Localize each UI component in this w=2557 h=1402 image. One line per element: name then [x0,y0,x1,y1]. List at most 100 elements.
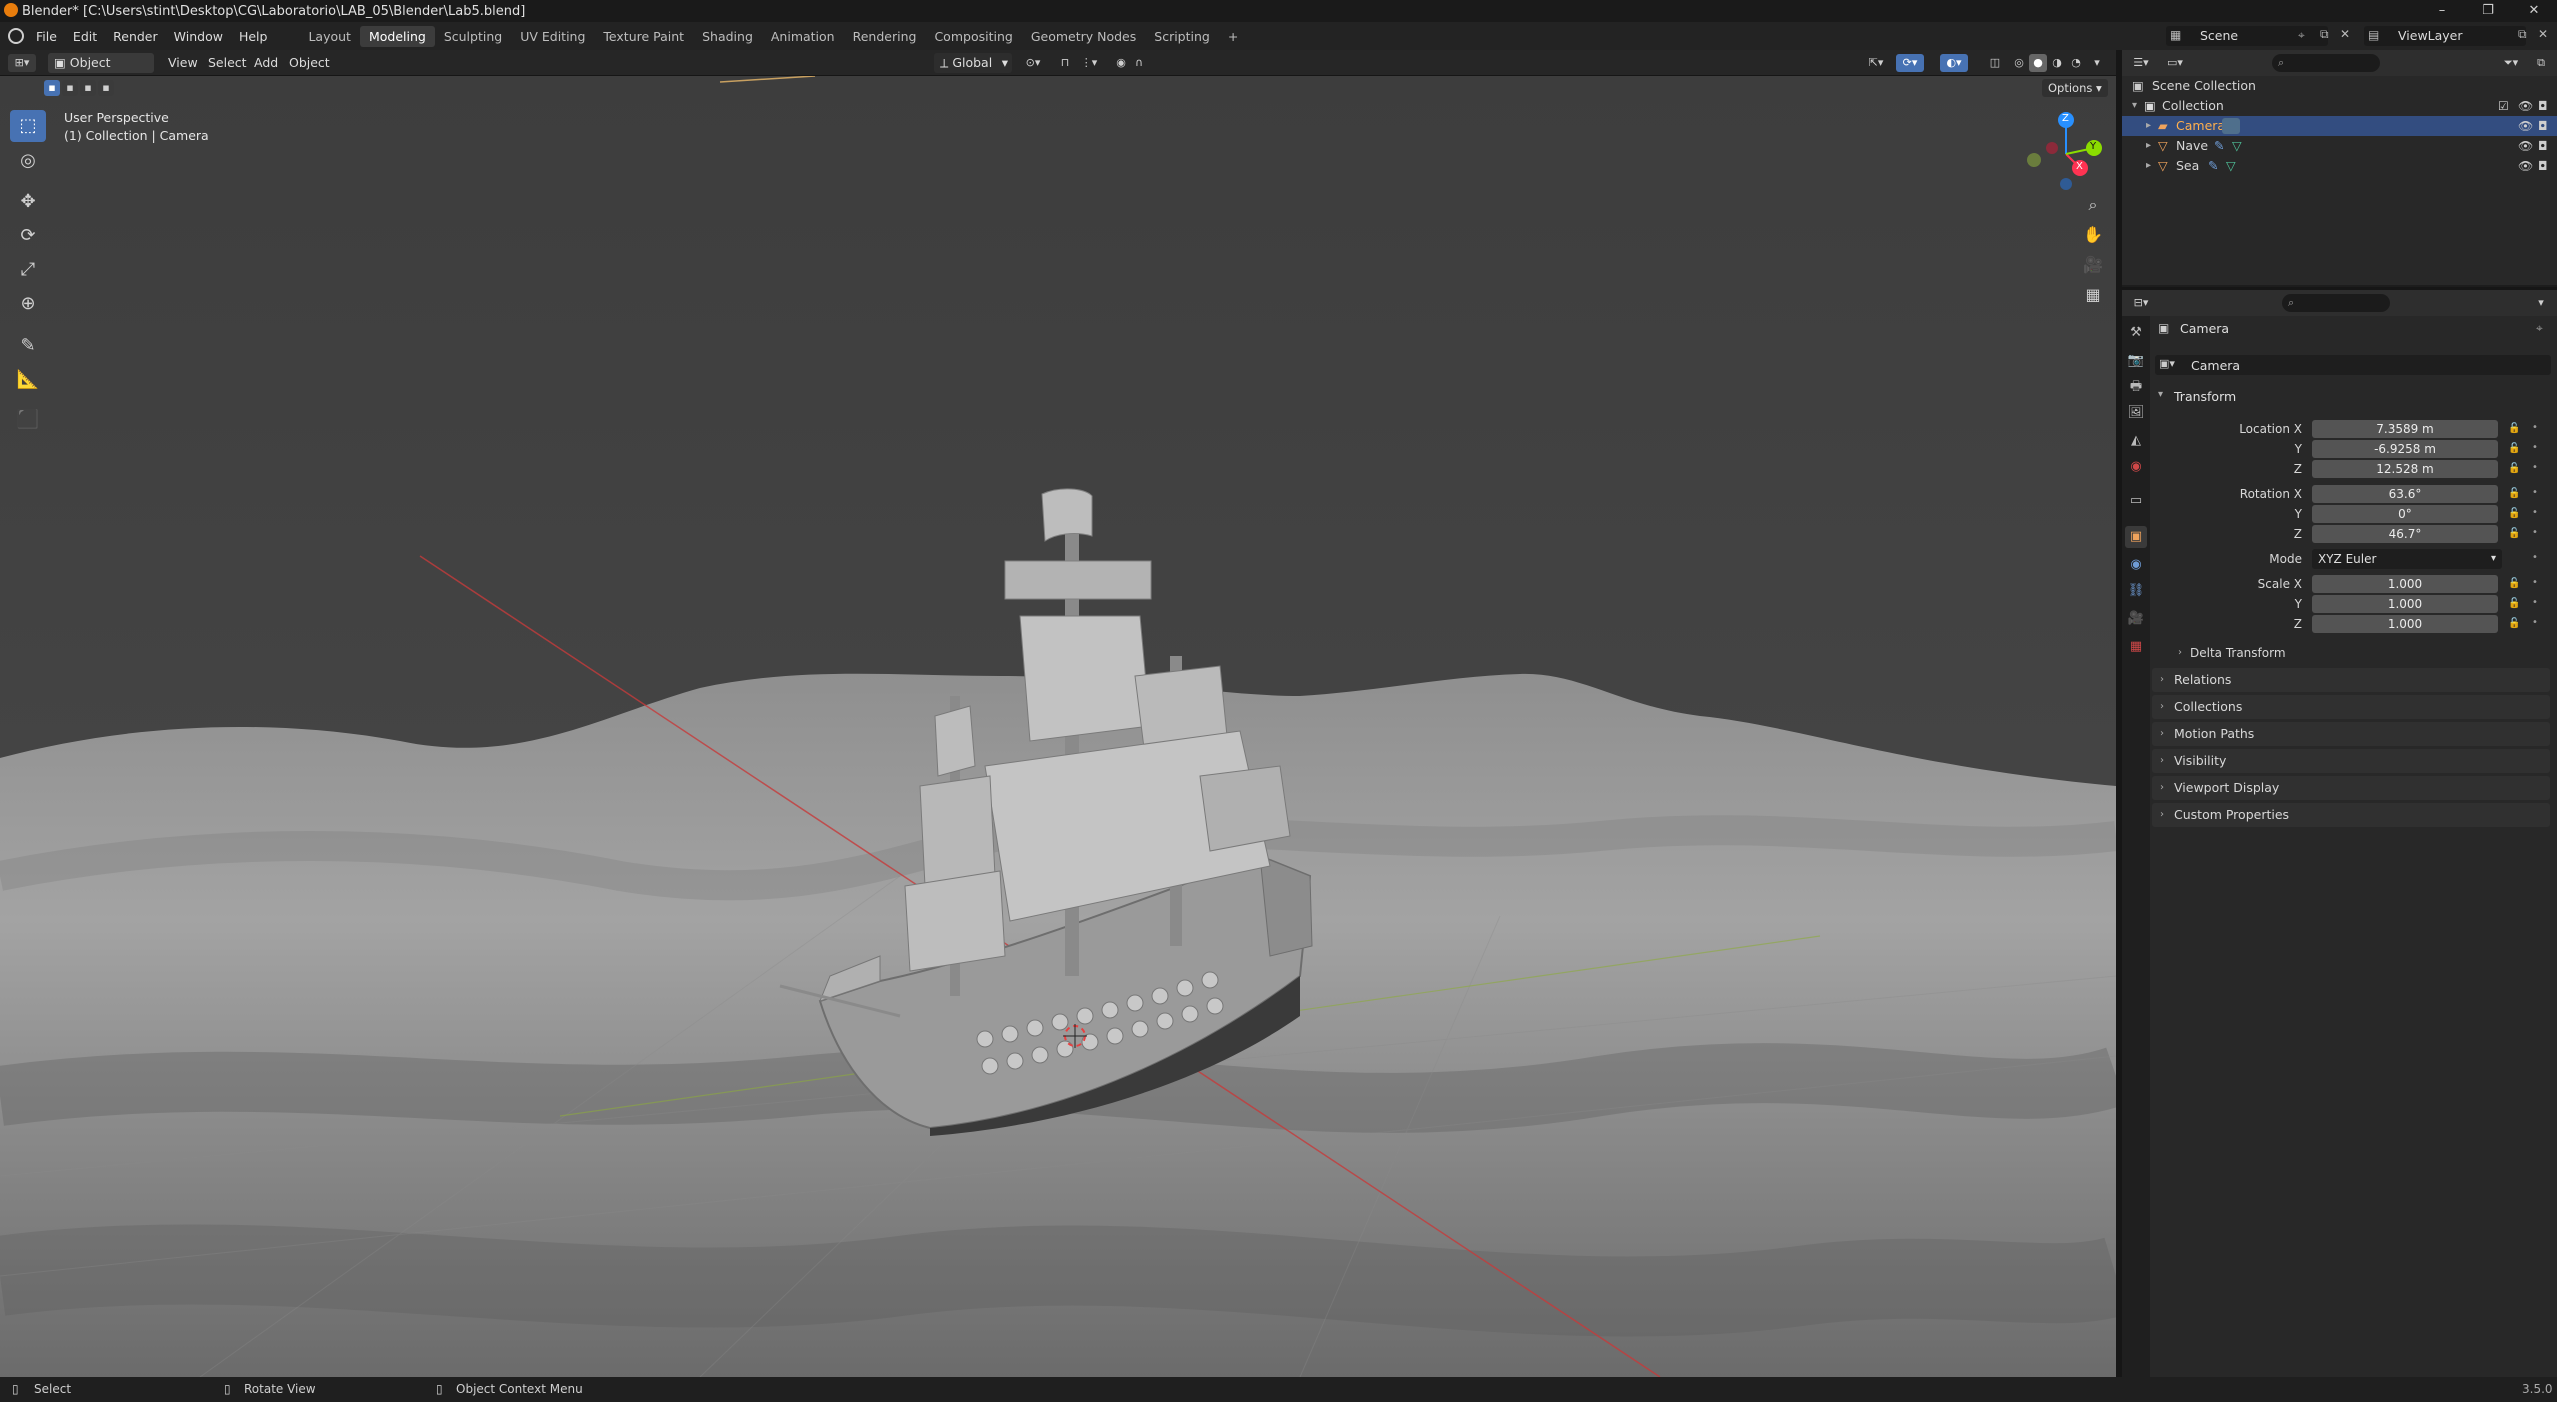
menu-select[interactable]: Select [208,53,247,73]
lock-icon[interactable]: 🔓 [2508,423,2520,434]
outliner-row-nave[interactable]: ▸ ▽ Nave ✎ ▽ 👁 ◘ [2122,136,2557,156]
options-button[interactable]: Options ▾ [2042,79,2108,97]
keyframe-dot-icon[interactable]: • [2532,577,2538,588]
delta-transform-subpanel[interactable]: › Delta Transform [2166,642,2550,664]
tab-animation[interactable]: Animation [762,26,844,47]
display-mode-icon[interactable]: ▭▾ [2162,54,2188,72]
constraints-tab-icon[interactable]: ⛓ [2125,580,2147,602]
lock-icon[interactable]: 🔓 [2508,443,2520,454]
properties-search-input[interactable]: ⌕ [2282,294,2390,312]
keyframe-dot-icon[interactable]: • [2532,442,2538,453]
lock-icon[interactable]: 🔓 [2508,578,2520,589]
expand-chevron-icon[interactable]: ▾ [2132,96,2137,116]
location-z-field[interactable]: 12.528 m [2312,460,2498,478]
world-tab-icon[interactable]: ◉ [2125,456,2147,478]
snap-target-icon[interactable]: ⋮▾ [1076,54,1102,72]
expand-chevron-icon[interactable]: ▸ [2146,116,2151,136]
tab-uv-editing[interactable]: UV Editing [511,26,594,47]
measure-tool-icon[interactable]: 📐 [10,364,46,396]
gizmo-toggle-icon[interactable]: ⟳▾ [1896,54,1924,72]
object-browse-icon[interactable]: ▣▾ [2159,357,2175,370]
camera-render-icon[interactable]: ◘ [2538,96,2548,116]
scene-selector[interactable]: ▦ Scene ⌖ [2166,26,2328,46]
new-collection-icon[interactable]: ⧉ [2532,54,2550,72]
transform-panel-header[interactable]: ▾ Transform [2152,386,2550,408]
move-tool-icon[interactable]: ✥ [10,186,46,218]
add-workspace-button[interactable]: + [1219,26,1247,47]
tab-scripting[interactable]: Scripting [1145,26,1219,47]
view-layer-tab-icon[interactable]: 🖼 [2125,402,2147,424]
rotation-x-field[interactable]: 63.6° [2312,485,2498,503]
transform-orientation-selector[interactable]: ⟂ Global ▾ [934,53,1012,73]
lock-icon[interactable]: 🔓 [2508,528,2520,539]
xray-icon[interactable]: ◫ [1986,54,2004,72]
menu-window[interactable]: Window [166,29,231,44]
lock-icon[interactable]: 🔓 [2508,463,2520,474]
menu-file[interactable]: File [28,29,65,44]
blender-menu-icon[interactable] [8,28,24,44]
navigation-gizmo[interactable]: Z X Y [2022,110,2102,190]
shading-rendered-icon[interactable]: ◔ [2067,54,2085,72]
new-viewlayer-icon[interactable]: ⧉ [2518,27,2527,42]
location-x-field[interactable]: 7.3589 m [2312,420,2498,438]
shading-solid-icon[interactable]: ● [2029,54,2047,72]
tool-tab-icon[interactable]: ⚒ [2125,322,2147,344]
pan-hand-icon[interactable]: ✋ [2078,220,2108,250]
shading-options-icon[interactable]: ▾ [2088,54,2106,72]
eye-icon[interactable]: 👁 [2518,136,2533,156]
camera-view-icon[interactable]: 🎥 [2078,250,2108,280]
panel-custom-properties[interactable]: › Custom Properties [2152,803,2550,827]
eye-icon[interactable]: 👁 [2518,116,2533,136]
scale-z-field[interactable]: 1.000 [2312,615,2498,633]
cursor-tool-icon[interactable]: ◎ [10,145,46,177]
keyframe-dot-icon[interactable]: • [2532,597,2538,608]
render-tab-icon[interactable]: 📷 [2125,350,2147,372]
rotation-mode-select[interactable]: XYZ Euler ▾ [2312,549,2502,569]
new-scene-icon[interactable]: ⧉ [2320,27,2329,42]
location-y-field[interactable]: -6.9258 m [2312,440,2498,458]
outliner-row-collection[interactable]: ▾ ▣ Collection ☑ 👁 ◘ [2122,96,2557,116]
outliner-search-input[interactable]: ⌕ [2272,54,2380,72]
panel-relations[interactable]: › Relations [2152,668,2550,692]
lock-icon[interactable]: 🔓 [2508,488,2520,499]
overlay-toggle-icon[interactable]: ◐▾ [1940,54,1968,72]
tab-rendering[interactable]: Rendering [844,26,926,47]
tab-shading[interactable]: Shading [693,26,762,47]
select-new-icon[interactable]: ▪ [44,80,60,96]
viewlayer-selector[interactable]: ▤ ViewLayer [2364,26,2526,46]
object-data-tab-icon[interactable]: 🎥 [2125,608,2147,630]
object-name-field[interactable]: ▣▾ Camera [2155,355,2551,375]
keyframe-dot-icon[interactable]: • [2532,422,2538,433]
physics-tab-icon[interactable]: ◉ [2125,554,2147,576]
delete-viewlayer-icon[interactable]: ✕ [2538,27,2548,41]
editor-type-icon[interactable]: ⊟▾ [2128,294,2154,312]
filter-icon[interactable]: ⏷▾ [2498,54,2524,72]
lock-icon[interactable]: 🔓 [2508,618,2520,629]
options-chevron-icon[interactable]: ▾ [2532,294,2550,312]
scale-x-field[interactable]: 1.000 [2312,575,2498,593]
camera-render-icon[interactable]: ◘ [2538,156,2548,176]
scale-tool-icon[interactable]: ⤢ [10,254,46,286]
rotate-tool-icon[interactable]: ⟳ [10,220,46,252]
outliner-row-camera[interactable]: ▸ ▰ Camera 👁 ◘ [2122,116,2557,136]
3d-viewport[interactable]: ▪ ▪ ▪ ▪ User Perspective (1) Collection … [0,76,2116,1377]
exclude-checkbox[interactable]: ☑ [2498,96,2509,116]
select-box-tool-icon[interactable]: ⬚ [10,110,46,142]
eye-icon[interactable]: 👁 [2518,156,2533,176]
ortho-toggle-icon[interactable]: ▦ [2078,280,2108,310]
panel-viewport-display[interactable]: › Viewport Display [2152,776,2550,800]
menu-add[interactable]: Add [254,53,278,73]
add-cube-tool-icon[interactable]: ⬛ [10,404,46,436]
outliner-row-scene-collection[interactable]: ▣ Scene Collection [2122,76,2557,96]
mode-selector[interactable]: ▣ Object Mode▾ [48,53,154,90]
pin-icon[interactable]: ⌖ [2298,28,2305,43]
pin-icon[interactable]: ⌖ [2536,321,2543,336]
shading-material-icon[interactable]: ◑ [2048,54,2066,72]
menu-object[interactable]: Object [289,53,330,73]
expand-chevron-icon[interactable]: ▸ [2146,136,2151,156]
keyframe-dot-icon[interactable]: • [2532,462,2538,473]
outliner-row-sea[interactable]: ▸ ▽ Sea ✎ ▽ 👁 ◘ [2122,156,2557,176]
transform-tool-icon[interactable]: ⊕ [10,288,46,320]
rotation-z-field[interactable]: 46.7° [2312,525,2498,543]
select-subtract-icon[interactable]: ▪ [80,80,96,96]
